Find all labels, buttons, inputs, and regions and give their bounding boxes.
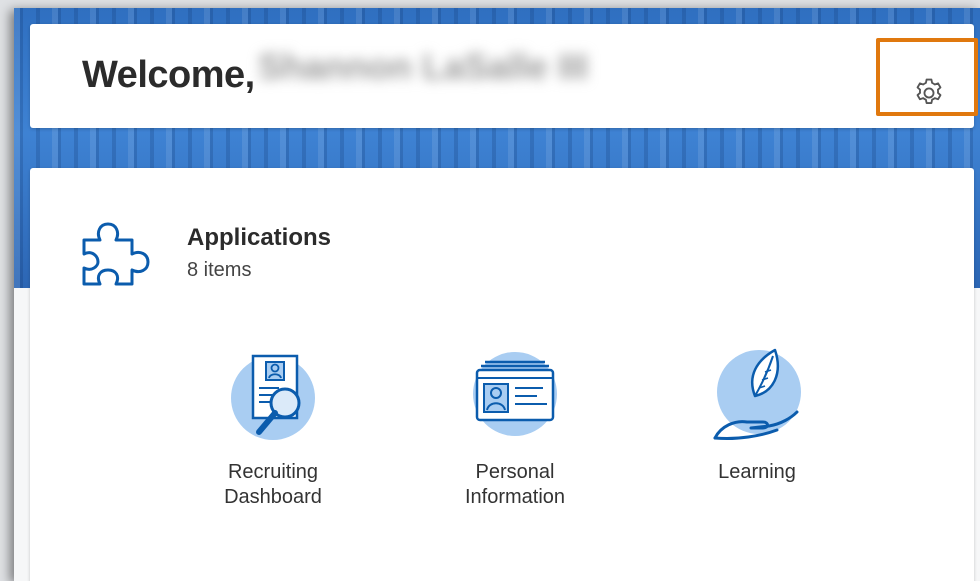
applications-card: Applications 8 items Recruiting Dashboar… (30, 168, 974, 581)
applications-count: 8 items (187, 259, 252, 281)
app-label: Recruiting Dashboard (224, 461, 322, 508)
user-name-blurred: Shannon LaSalle III (258, 46, 589, 87)
app-label: Learning (718, 461, 796, 483)
leaf-hand-icon (713, 348, 801, 440)
welcome-card: Welcome, Shannon LaSalle III (30, 24, 978, 128)
app-tile-personal-information[interactable]: Personal Information (425, 348, 605, 538)
settings-button[interactable] (910, 74, 948, 112)
puzzle-icon (82, 222, 150, 286)
recruiting-dashboard-icon (231, 354, 315, 440)
app-tile-recruiting-dashboard[interactable]: Recruiting Dashboard (183, 348, 363, 538)
gear-icon (916, 78, 942, 104)
welcome-greeting: Welcome, (82, 54, 255, 96)
workday-home-frame: Welcome, Shannon LaSalle III Application… (14, 8, 980, 581)
app-tile-learning[interactable]: Learning (667, 348, 847, 538)
applications-title: Applications (187, 224, 332, 251)
id-card-icon (473, 352, 557, 436)
app-label: Personal Information (464, 461, 566, 508)
